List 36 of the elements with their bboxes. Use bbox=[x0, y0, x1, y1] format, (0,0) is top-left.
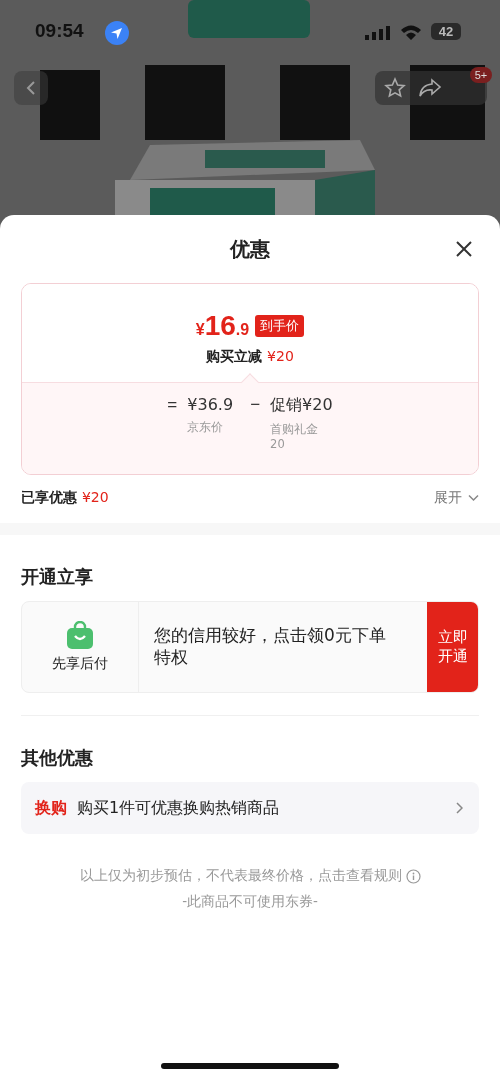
promotion-item[interactable]: 换购 购买1件可优惠换购热销商品 bbox=[21, 782, 479, 834]
enjoyed-discount: 已享优惠 ¥20 bbox=[21, 489, 109, 507]
offer-name: 先享后付 bbox=[52, 655, 108, 673]
share-icon[interactable] bbox=[418, 77, 442, 99]
signal-icon bbox=[365, 26, 391, 40]
battery-level: 42 bbox=[431, 23, 461, 40]
breakdown-amount: 促销¥20 bbox=[270, 395, 333, 416]
cart-badge: 5+ bbox=[470, 67, 492, 83]
expand-toggle[interactable]: 展开 bbox=[434, 489, 479, 507]
close-button[interactable] bbox=[454, 239, 474, 259]
shopping-bag-icon bbox=[67, 621, 93, 649]
promotion-tag: 换购 bbox=[35, 797, 67, 819]
section-title: 开通立享 bbox=[21, 565, 94, 589]
chevron-down-icon bbox=[468, 494, 479, 502]
chevron-right-icon bbox=[456, 802, 463, 814]
coupon-note: -此商品不可使用东券- bbox=[181, 893, 319, 911]
breakdown-amount: ¥36.9 bbox=[187, 395, 234, 414]
section-title: 其他优惠 bbox=[21, 746, 94, 770]
info-icon[interactable] bbox=[405, 868, 421, 884]
back-icon bbox=[25, 80, 37, 96]
offer-description: 您的信用较好，点击领0元下单特权 bbox=[153, 624, 387, 670]
breakdown-caption: 首购礼金20 bbox=[270, 422, 320, 452]
price-tag: 到手价 bbox=[255, 315, 305, 337]
wifi-icon bbox=[400, 24, 422, 40]
operator-sign: − bbox=[250, 395, 261, 416]
sheet-title: 优惠 bbox=[230, 235, 270, 263]
star-icon[interactable] bbox=[384, 77, 406, 99]
disclaimer-link[interactable]: 以上仅为初步预估，不代表最终价格，点击查看规则 bbox=[79, 867, 402, 885]
operator-sign: = bbox=[167, 395, 178, 416]
promotion-text: 购买1件可优惠换购热销商品 bbox=[77, 797, 281, 819]
back-button[interactable] bbox=[14, 71, 48, 105]
instant-discount: 购买立减 ¥20 bbox=[206, 348, 294, 366]
final-price: ¥16.9 bbox=[195, 310, 250, 342]
breakdown-caption: 京东价 bbox=[187, 420, 225, 435]
status-time: 09:54 bbox=[35, 20, 84, 42]
activate-button[interactable]: 立即开通 bbox=[427, 602, 478, 692]
